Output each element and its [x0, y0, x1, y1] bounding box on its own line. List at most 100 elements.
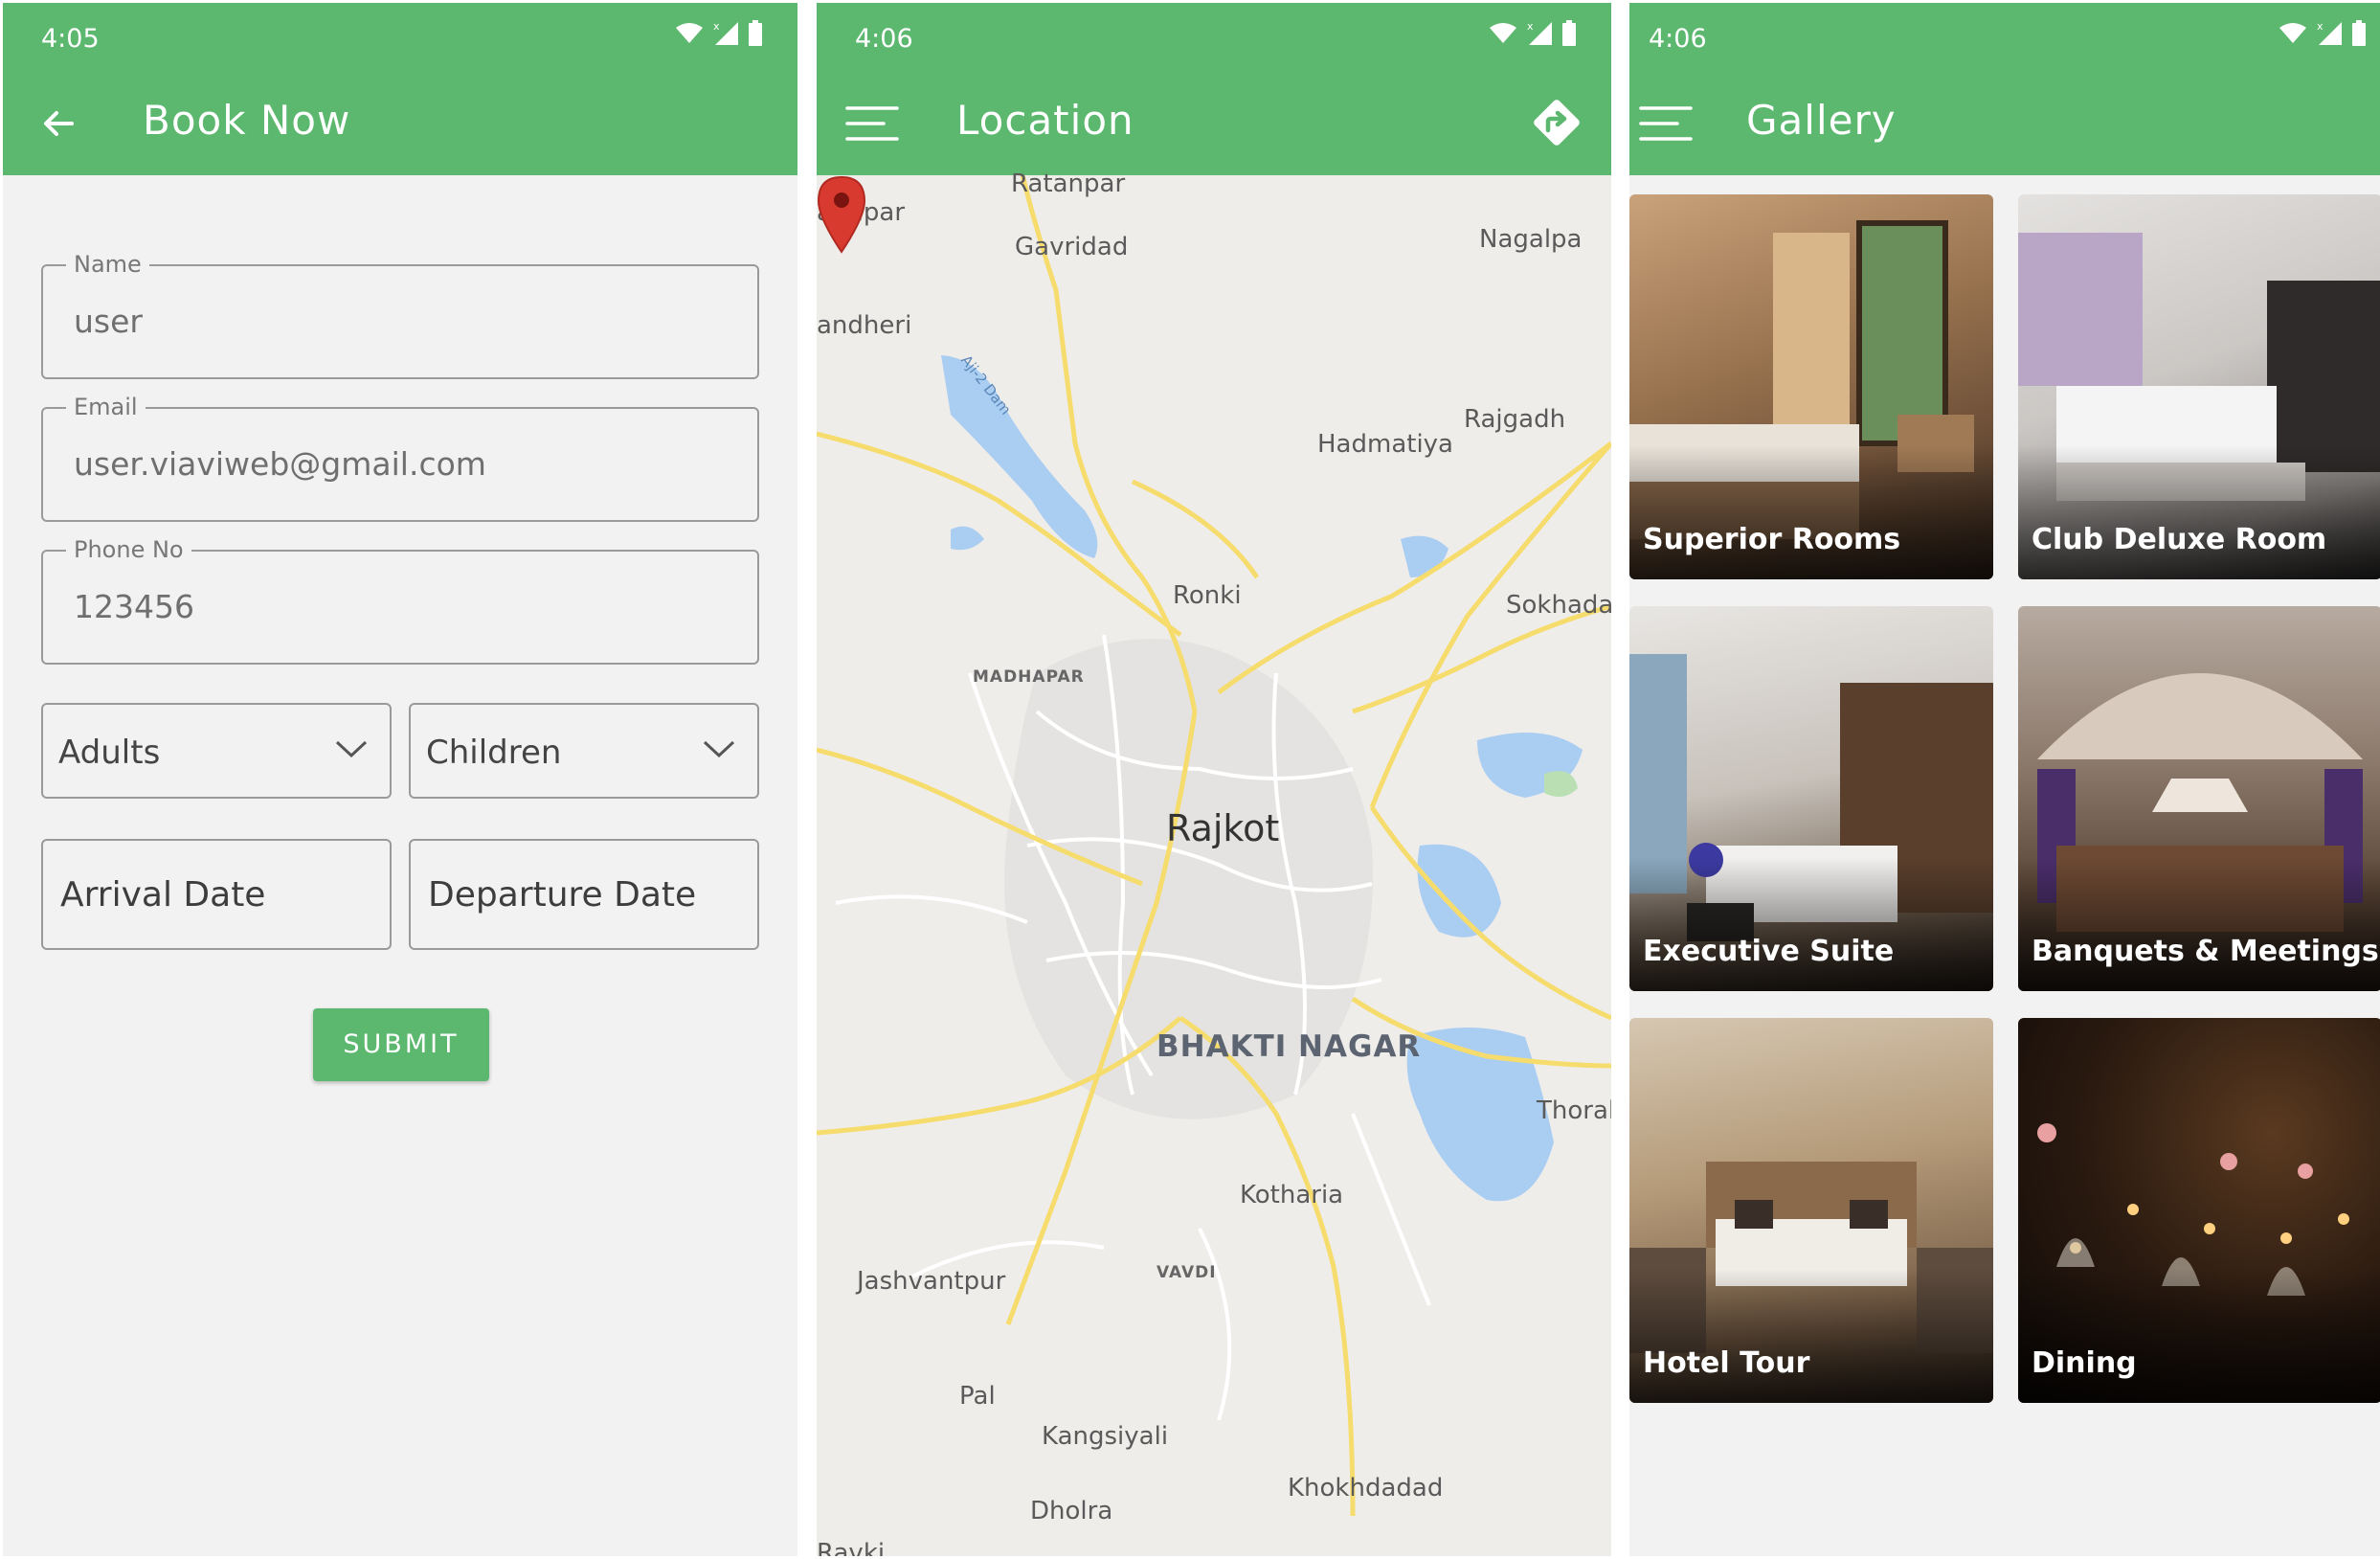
wifi-icon — [1490, 23, 1516, 43]
phone-value: 123456 — [74, 588, 194, 625]
lake-east-2 — [1417, 844, 1501, 938]
map-label: Rajgadh — [1464, 405, 1566, 434]
map-label: Ratanpar — [1011, 169, 1126, 198]
departure-date-label: Departure Date — [428, 875, 697, 915]
map-label: Rajkot — [1166, 807, 1280, 849]
arrival-date-field[interactable]: Arrival Date — [41, 839, 392, 950]
gallery-tile-executive-suite[interactable]: Executive Suite — [1629, 606, 1993, 991]
map-label: Ronki — [1173, 581, 1242, 610]
tile-shade — [2018, 445, 2380, 579]
tile-label: Banquets & Meetings — [2032, 935, 2379, 968]
children-dropdown[interactable]: Children — [409, 703, 759, 799]
gallery-app-bar: 4:06 x Gallery — [1629, 3, 2380, 175]
tile-label: Superior Rooms — [1643, 523, 1901, 556]
tile-shade — [1629, 1269, 1993, 1403]
map-label: Gavridad — [1015, 233, 1129, 261]
map-label: Pal — [959, 1382, 996, 1411]
map-label: Nagalpa — [1479, 225, 1583, 254]
tile-label: Hotel Tour — [1643, 1346, 1810, 1380]
booking-screen: 4:05 x Book Now Name user Email user.via… — [3, 3, 797, 1556]
email-label: Email — [66, 394, 146, 420]
map-label: Ravki — [817, 1539, 886, 1556]
directions-button[interactable] — [1523, 89, 1590, 156]
location-screen: 4:06 x Location Ratanpar Gavridad Nagalp… — [817, 3, 1611, 1556]
arrival-date-label: Arrival Date — [60, 875, 266, 915]
lake-north-east — [1401, 535, 1448, 577]
email-value: user.viaviweb@gmail.com — [74, 445, 486, 483]
menu-icon — [1639, 106, 1693, 141]
wifi-icon — [676, 23, 703, 43]
map-label: andheri — [817, 311, 912, 340]
page-title: Location — [956, 97, 1134, 144]
tile-shade — [2018, 1269, 2380, 1403]
signal-icon: x — [713, 20, 738, 45]
menu-button[interactable] — [843, 95, 901, 152]
children-label: Children — [426, 734, 562, 772]
map-label: BHAKTI NAGAR — [1156, 1029, 1422, 1064]
status-icons: x — [1489, 20, 1577, 47]
map-label: Dholra — [1030, 1497, 1113, 1525]
adults-label: Adults — [58, 734, 161, 772]
gallery-tile-club-deluxe-room[interactable]: Club Deluxe Room — [2018, 194, 2380, 579]
signal-icon: x — [2317, 20, 2342, 45]
status-icons: x — [2279, 20, 2367, 47]
location-pin-icon[interactable] — [817, 175, 866, 254]
phone-label: Phone No — [66, 536, 191, 563]
directions-icon — [1534, 100, 1580, 146]
tile-label: Dining — [2032, 1346, 2137, 1380]
gallery-tile-banquets-meetings[interactable]: Banquets & Meetings — [2018, 606, 2380, 991]
name-value: user — [74, 303, 143, 340]
name-label: Name — [66, 251, 149, 278]
gallery-tile-hotel-tour[interactable]: Hotel Tour — [1629, 1018, 1993, 1403]
chevron-down-icon — [335, 740, 368, 758]
tile-label: Club Deluxe Room — [2032, 523, 2327, 556]
page-title: Book Now — [143, 97, 351, 144]
tile-label: Executive Suite — [1643, 935, 1895, 968]
location-app-bar: 4:06 x Location — [817, 3, 1611, 175]
menu-icon — [845, 106, 899, 141]
booking-app-bar: 4:05 x Book Now — [3, 3, 797, 175]
gallery-screen: 4:06 x Gallery Superior Rooms Club Delux… — [1629, 3, 2380, 1556]
map-label: Khokhdadad — [1288, 1474, 1444, 1503]
back-arrow-icon — [44, 111, 74, 136]
map-view[interactable]: Ratanpar andpar Gavridad Nagalpa andheri… — [817, 169, 1611, 1556]
status-icons: x — [675, 20, 763, 47]
tile-shade — [1629, 857, 1993, 991]
map-label: Kangsiyali — [1042, 1422, 1169, 1451]
map-label: VAVDI — [1156, 1263, 1217, 1282]
back-button[interactable] — [30, 95, 87, 152]
map-label: Thorala — [1537, 1096, 1611, 1125]
map-label: Hadmatiya — [1317, 430, 1453, 459]
battery-icon — [749, 20, 762, 46]
tile-shade — [1629, 445, 1993, 579]
status-time: 4:05 — [41, 24, 100, 54]
tile-shade — [2018, 857, 2380, 991]
name-field[interactable]: Name user — [41, 251, 759, 379]
adults-dropdown[interactable]: Adults — [41, 703, 392, 799]
map-label: Jashvantpur — [857, 1267, 1006, 1296]
email-field[interactable]: Email user.viaviweb@gmail.com — [41, 394, 759, 522]
svg-text:x: x — [713, 20, 720, 33]
submit-button[interactable]: SUBMIT — [313, 1008, 489, 1081]
map-label: Sokhada — [1506, 591, 1611, 620]
battery-icon — [1562, 20, 1576, 46]
phone-field[interactable]: Phone No 123456 — [41, 536, 759, 665]
svg-text:x: x — [1527, 20, 1534, 33]
status-time: 4:06 — [1649, 24, 1707, 54]
map-label: MADHAPAR — [973, 667, 1085, 687]
map-canvas — [817, 175, 1611, 1517]
chevron-down-icon — [703, 740, 735, 758]
menu-button[interactable] — [1637, 95, 1695, 152]
map-label: Kotharia — [1240, 1181, 1344, 1209]
departure-date-field[interactable]: Departure Date — [409, 839, 759, 950]
battery-icon — [2352, 20, 2366, 46]
gallery-tile-dining[interactable]: Dining — [2018, 1018, 2380, 1403]
park-green — [1544, 771, 1578, 797]
signal-icon: x — [1527, 20, 1552, 45]
pond-west — [951, 526, 984, 551]
page-title: Gallery — [1746, 97, 1897, 144]
gallery-tile-superior-rooms[interactable]: Superior Rooms — [1629, 194, 1993, 579]
svg-text:x: x — [2317, 20, 2324, 33]
status-time: 4:06 — [855, 24, 913, 54]
wifi-icon — [2279, 23, 2306, 43]
